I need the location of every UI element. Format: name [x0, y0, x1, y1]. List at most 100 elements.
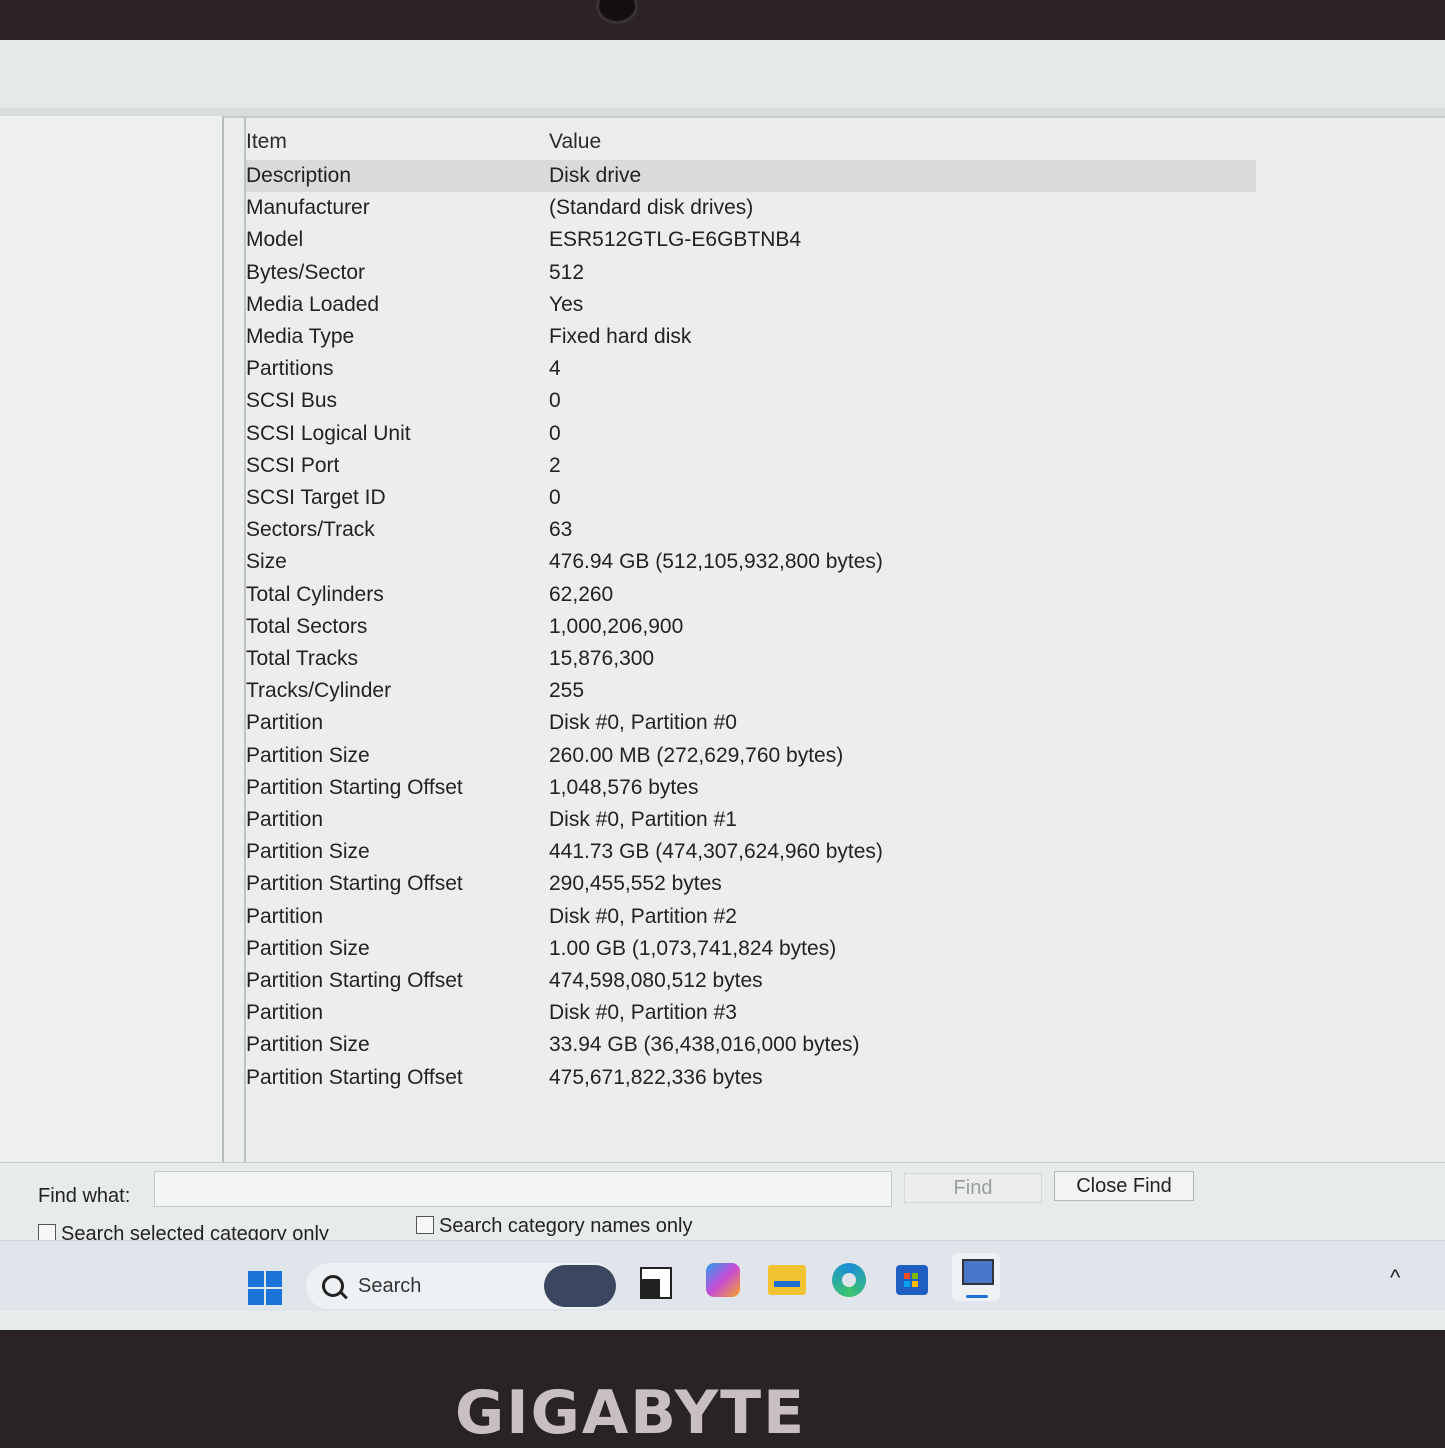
row-value: 2 [549, 453, 561, 477]
column-header-item[interactable]: Item [246, 126, 287, 158]
row-value: 4 [549, 357, 561, 381]
table-row[interactable]: Bytes/Sector 512 [246, 257, 1256, 289]
system-information-icon[interactable] [952, 1253, 1000, 1301]
row-item: Partition [246, 808, 324, 831]
table-row[interactable]: Partition Disk #0, Partition #1 [246, 804, 1256, 836]
row-value: (Standard disk drives) [549, 196, 754, 220]
file-explorer-icon[interactable] [768, 1265, 806, 1295]
table-row[interactable]: Partition Disk #0, Partition #0 [246, 707, 1256, 739]
row-item: Sectors/Track [246, 518, 375, 542]
row-value: 33.94 GB (36,438,016,000 bytes) [549, 1033, 860, 1057]
table-row[interactable]: Media Type Fixed hard disk [246, 321, 1256, 353]
row-item: Partition Size [246, 1033, 370, 1057]
row-value: 0 [549, 486, 561, 509]
row-value: 512 [549, 260, 585, 284]
row-item: Partition Starting Offset [246, 969, 463, 992]
table-row[interactable]: Partition Disk #0, Partition #2 [246, 901, 1256, 933]
row-value: 475,671,822,336 bytes [549, 1065, 763, 1089]
table-row[interactable]: Total Sectors 1,000,206,900 [246, 611, 1256, 643]
list-header: Item Value [246, 126, 1256, 158]
table-row[interactable]: Partition Size 1.00 GB (1,073,741,824 byt… [246, 933, 1256, 965]
table-row[interactable]: Size 476.94 GB (512,105,932,800 bytes) [246, 546, 1256, 578]
edge-icon[interactable] [832, 1263, 866, 1297]
row-item: Partitions [246, 357, 334, 381]
find-button[interactable]: Find [904, 1173, 1042, 1203]
row-value: Fixed hard disk [549, 325, 692, 348]
row-item: Partition Starting Offset [246, 775, 463, 799]
row-value: 476.94 GB (512,105,932,800 bytes) [549, 550, 883, 574]
table-row[interactable]: SCSI Bus 0 [246, 385, 1256, 417]
row-value: Disk drive [549, 164, 642, 187]
row-item: Partition Size [246, 840, 370, 864]
table-row[interactable]: Partition Size 33.94 GB (36,438,016,000 b… [246, 1029, 1256, 1061]
row-item: SCSI Bus [246, 389, 338, 413]
row-value: Yes [549, 292, 584, 316]
taskbar-search-label: Search [358, 1275, 422, 1297]
table-row[interactable]: Description Disk drive [246, 160, 1256, 192]
laptop-bezel-top [0, 0, 1445, 40]
table-row[interactable]: SCSI Target ID 0 [246, 482, 1256, 514]
copilot-icon[interactable] [706, 1263, 740, 1297]
row-value: 1,000,206,900 [549, 614, 684, 638]
row-value: 0 [549, 389, 561, 413]
details-list-pane[interactable]: Item Value Description Disk drive Manufact… [222, 116, 1445, 1162]
row-item: Total Sectors [246, 614, 368, 638]
screen: Item Value Description Disk drive Manufact… [0, 40, 1445, 1330]
row-value: Disk #0, Partition #2 [549, 904, 737, 928]
row-value: 260.00 MB (272,629,760 bytes) [549, 743, 844, 767]
find-what-input[interactable] [154, 1171, 892, 1207]
row-item: SCSI Target ID [246, 486, 386, 509]
taskbar: Search ^ [0, 1240, 1445, 1311]
row-item: Total Tracks [246, 647, 359, 670]
start-icon[interactable] [248, 1271, 286, 1309]
table-row[interactable]: Partition Starting Offset 290,455,552 byt… [246, 868, 1256, 900]
search-category-names-checkbox[interactable]: Search category names only [416, 1215, 692, 1238]
details-list[interactable]: Item Value Description Disk drive Manufact… [244, 118, 1445, 1162]
row-value: 15,876,300 [549, 647, 655, 670]
table-row[interactable]: Tracks/Cylinder 255 [246, 675, 1256, 707]
row-value: 62,260 [549, 582, 614, 606]
taskbar-search-box[interactable]: Search [306, 1263, 616, 1309]
row-value: ESR512GTLG-E6GBTNB4 [549, 228, 802, 252]
table-row[interactable]: Media Loaded Yes [246, 289, 1256, 321]
table-row[interactable]: SCSI Port 2 [246, 450, 1256, 482]
table-row[interactable]: Partition Starting Offset 475,671,822,336… [246, 1062, 1256, 1094]
row-value: 1.00 GB (1,073,741,824 bytes) [549, 936, 837, 960]
row-value: Disk #0, Partition #3 [549, 1001, 737, 1025]
row-value: 63 [549, 518, 573, 542]
table-row[interactable]: Partition Size 441.73 GB (474,307,624,960… [246, 836, 1256, 868]
table-row[interactable]: Partition Size 260.00 MB (272,629,760 byt… [246, 740, 1256, 772]
row-item: Partition Size [246, 936, 370, 960]
row-value: 255 [549, 679, 585, 703]
task-view-icon[interactable] [640, 1267, 672, 1299]
row-item: Size [246, 550, 287, 574]
close-find-button[interactable]: Close Find [1054, 1171, 1194, 1201]
row-value: 290,455,552 bytes [549, 872, 722, 896]
row-item: Partition [246, 711, 324, 735]
find-what-label: Find what: [38, 1185, 131, 1207]
table-row[interactable]: SCSI Logical Unit 0 [246, 418, 1256, 450]
row-item: Partition Starting Offset [246, 872, 463, 896]
column-header-value[interactable]: Value [549, 126, 601, 158]
row-item: Media Loaded [246, 292, 380, 316]
table-row[interactable]: Partition Starting Offset 1,048,576 bytes [246, 772, 1256, 804]
row-value: 0 [549, 421, 561, 445]
table-row[interactable]: Partition Disk #0, Partition #3 [246, 997, 1256, 1029]
row-item: Total Cylinders [246, 582, 384, 606]
row-value: 474,598,080,512 bytes [549, 969, 763, 992]
title-bar [0, 40, 1445, 108]
store-icon[interactable] [896, 1265, 928, 1295]
table-row[interactable]: Manufacturer (Standard disk drives) [246, 192, 1256, 224]
table-row[interactable]: Partition Starting Offset 474,598,080,512… [246, 965, 1256, 997]
checkbox-icon[interactable] [416, 1216, 434, 1234]
chevron-up-icon[interactable]: ^ [1390, 1265, 1400, 1291]
table-row[interactable]: Total Tracks 15,876,300 [246, 643, 1256, 675]
table-row[interactable]: Sectors/Track 63 [246, 514, 1256, 546]
row-value: Disk #0, Partition #0 [549, 711, 737, 735]
row-item: Media Type [246, 325, 355, 348]
table-row[interactable]: Partitions 4 [246, 353, 1256, 385]
category-tree-pane[interactable] [0, 116, 242, 1170]
table-row[interactable]: Total Cylinders 62,260 [246, 579, 1256, 611]
brand-logo: GIGABYTE [455, 1378, 807, 1448]
table-row[interactable]: Model ESR512GTLG-E6GBTNB4 [246, 224, 1256, 256]
